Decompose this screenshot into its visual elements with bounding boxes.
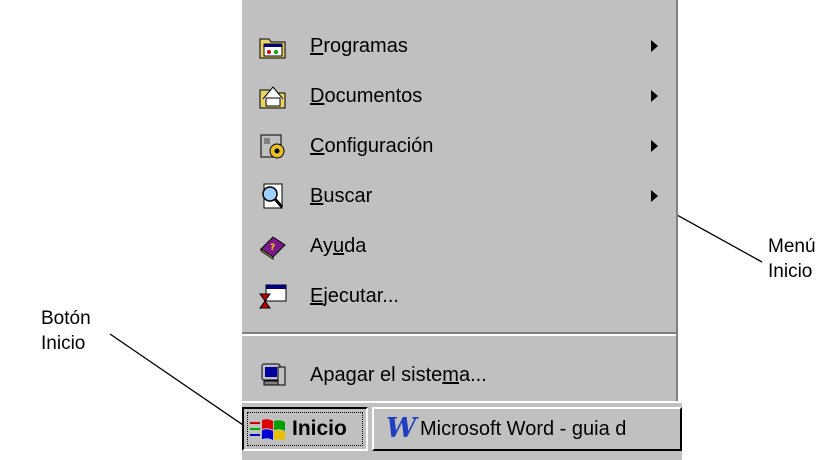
submenu-arrow-icon bbox=[651, 140, 658, 152]
menu-separator bbox=[242, 332, 676, 336]
button-pointer-line bbox=[109, 333, 263, 439]
start-menu: Programas Documentos Configuración Busca… bbox=[242, 0, 678, 402]
menu-item-ayuda[interactable]: ? Ayuda bbox=[242, 221, 676, 271]
menu-item-buscar[interactable]: Buscar bbox=[242, 171, 676, 221]
menu-item-label: Configuración bbox=[310, 134, 434, 157]
task-button-label: Microsoft Word - guia d bbox=[420, 417, 627, 440]
annotation-line-2: Inicio bbox=[41, 333, 86, 354]
menu-item-ejecutar[interactable]: Ejecutar... bbox=[242, 271, 676, 321]
annotation-line-1: Menú bbox=[768, 236, 816, 257]
menu-item-label: Documentos bbox=[310, 84, 423, 107]
submenu-arrow-icon bbox=[651, 190, 658, 202]
taskbar: Inicio W Microsoft Word - guia d bbox=[242, 401, 682, 460]
menu-item-label: Ejecutar... bbox=[310, 284, 399, 307]
start-button-label: Inicio bbox=[292, 417, 347, 440]
start-button[interactable]: Inicio bbox=[242, 407, 368, 451]
documents-folder-icon bbox=[256, 80, 290, 112]
task-button-microsoft-word[interactable]: W Microsoft Word - guia d bbox=[372, 407, 682, 451]
menu-item-apagar-sistema[interactable]: Apagar el sistema... bbox=[242, 350, 676, 400]
submenu-arrow-icon bbox=[651, 90, 658, 102]
word-icon: W bbox=[386, 413, 417, 444]
svg-text:?: ? bbox=[270, 243, 275, 253]
settings-icon bbox=[256, 130, 290, 162]
annotation-line-2: Inicio bbox=[768, 261, 813, 282]
programs-folder-icon bbox=[256, 30, 290, 62]
menu-item-configuracion[interactable]: Configuración bbox=[242, 121, 676, 171]
start-menu-annotation: Menú Inicio bbox=[768, 234, 816, 284]
start-button-annotation: Botón Inicio bbox=[41, 306, 91, 356]
run-icon bbox=[256, 280, 290, 312]
menu-item-programas[interactable]: Programas bbox=[242, 21, 676, 71]
menu-item-label: Buscar bbox=[310, 184, 373, 207]
annotation-line-1: Botón bbox=[41, 308, 91, 329]
find-magnifier-icon bbox=[256, 180, 290, 212]
windows-logo-icon bbox=[250, 417, 288, 448]
shutdown-computer-icon bbox=[256, 359, 290, 391]
submenu-arrow-icon bbox=[651, 40, 658, 52]
help-book-icon: ? bbox=[256, 230, 290, 262]
menu-item-label: Programas bbox=[310, 34, 408, 57]
menu-item-label: Ayuda bbox=[310, 234, 367, 257]
menu-item-documentos[interactable]: Documentos bbox=[242, 71, 676, 121]
menu-item-label: Apagar el sistema... bbox=[310, 363, 487, 386]
